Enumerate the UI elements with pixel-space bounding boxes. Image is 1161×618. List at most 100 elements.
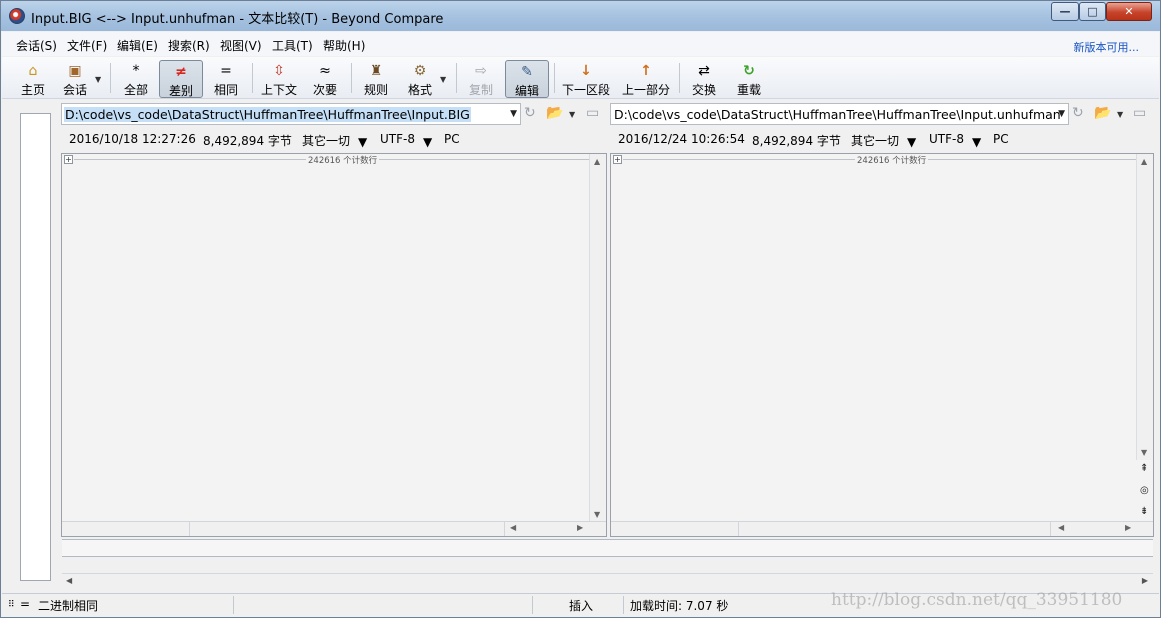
right-horizontal-scrollbar[interactable]: ◀ ▶: [611, 521, 1153, 536]
left-text-pane[interactable]: + 242616 个计数行 ▲ ▼ ◀ ▶: [61, 153, 607, 537]
right-text-pane[interactable]: + 242616 个计数行 ▲ ▼ ◀ ▶: [610, 153, 1154, 537]
toolbar: ⌂ 主页 ▣ 会话 ▼ * 全部 ≠ 差别 = 相同 ⇳ 上下文 ≈ 次要 ♜ …: [2, 57, 1159, 99]
left-path-field[interactable]: D:\code\vs_code\DataStruct\HuffmanTree\H…: [61, 103, 521, 125]
left-encoding[interactable]: UTF-8: [380, 132, 415, 146]
left-folder-icon[interactable]: 📂: [546, 105, 563, 121]
format-dropdown-icon[interactable]: ▼: [440, 75, 446, 84]
menu-file[interactable]: 文件(F): [67, 37, 107, 54]
scroll-left-icon[interactable]: ◀: [66, 576, 72, 585]
left-save-icon[interactable]: ▭: [586, 105, 599, 121]
arrow-up-icon: ↑: [640, 63, 652, 79]
left-filter-dropdown-icon[interactable]: ▼: [358, 135, 367, 149]
current-line-icon[interactable]: ◎: [1140, 485, 1149, 496]
rules-button[interactable]: ♜ 规则: [358, 60, 394, 98]
scroll-up-icon[interactable]: ▲: [1141, 157, 1147, 166]
right-line-count: 242616 个计数行: [855, 154, 929, 166]
scroll-down-icon[interactable]: ▼: [1141, 448, 1147, 457]
prev-diff-icon[interactable]: ⇞: [1140, 463, 1148, 474]
show-all-button[interactable]: * 全部: [118, 60, 154, 98]
compare-result-icon: =: [20, 597, 31, 611]
briefcase-icon: ▣: [68, 63, 82, 79]
left-folder-dropdown-icon[interactable]: ▼: [569, 110, 575, 119]
maximize-button[interactable]: □: [1079, 2, 1106, 21]
menu-search[interactable]: 搜索(R): [168, 37, 210, 54]
right-filter[interactable]: 其它一切: [851, 132, 899, 149]
right-encoding-dropdown-icon[interactable]: ▼: [972, 135, 981, 149]
scroll-left-icon[interactable]: ◀: [1058, 523, 1064, 532]
context-button[interactable]: ⇳ 上下文: [258, 60, 300, 98]
equal-icon: =: [220, 63, 232, 79]
menu-edit[interactable]: 编辑(E): [117, 37, 158, 54]
left-path-dropdown-icon[interactable]: ▼: [510, 109, 517, 119]
scroll-left-icon[interactable]: ◀: [510, 523, 516, 532]
right-path-text[interactable]: D:\code\vs_code\DataStruct\HuffmanTree\H…: [613, 107, 1062, 122]
edit-button[interactable]: ✎ 编辑: [505, 60, 549, 98]
reload-button[interactable]: ↻ 重载: [731, 60, 767, 98]
scroll-right-icon[interactable]: ▶: [1125, 523, 1131, 532]
right-path-field[interactable]: D:\code\vs_code\DataStruct\HuffmanTree\H…: [610, 103, 1069, 125]
left-horizontal-scrollbar[interactable]: ◀ ▶: [62, 521, 606, 536]
menu-help[interactable]: 帮助(H): [323, 37, 365, 54]
minor-button[interactable]: ≈ 次要: [307, 60, 343, 98]
swap-button[interactable]: ⇄ 交换: [686, 60, 722, 98]
context-icon: ⇳: [273, 63, 285, 79]
expand-icon[interactable]: +: [613, 155, 622, 164]
left-filter[interactable]: 其它一切: [302, 132, 350, 149]
right-vertical-scrollbar[interactable]: ▲ ▼: [1136, 154, 1153, 460]
session-button[interactable]: ▣ 会话: [58, 60, 92, 98]
show-same-button[interactable]: = 相同: [208, 60, 244, 98]
scroll-right-icon[interactable]: ▶: [1142, 576, 1148, 585]
left-path-text[interactable]: D:\code\vs_code\DataStruct\HuffmanTree\H…: [64, 107, 471, 122]
toolbar-separator: [110, 63, 111, 93]
window-title: Input.BIG <--> Input.unhufman - 文本比较(T) …: [31, 12, 444, 27]
left-line-end[interactable]: PC: [444, 132, 460, 146]
thumbnail-gutter[interactable]: [20, 113, 51, 581]
scroll-right-icon[interactable]: ▶: [577, 523, 583, 532]
current-line-compare[interactable]: [62, 539, 1153, 557]
home-button[interactable]: ⌂ 主页: [16, 60, 50, 98]
approx-icon: ≈: [319, 63, 331, 79]
right-save-icon[interactable]: ▭: [1133, 105, 1146, 121]
right-history-icon[interactable]: ↻: [1072, 105, 1084, 121]
minimize-button[interactable]: —: [1051, 2, 1079, 21]
prev-section-button[interactable]: ↑ 上一部分: [620, 60, 672, 98]
left-vertical-scrollbar[interactable]: ▲ ▼: [589, 154, 606, 522]
next-diff-icon[interactable]: ⇟: [1140, 506, 1148, 517]
right-folder-dropdown-icon[interactable]: ▼: [1117, 110, 1123, 119]
right-encoding[interactable]: UTF-8: [929, 132, 964, 146]
status-divider: [233, 596, 234, 614]
close-button[interactable]: ✕: [1106, 2, 1152, 21]
home-icon: ⌂: [28, 63, 38, 79]
asterisk-icon: *: [132, 63, 140, 79]
right-folder-icon[interactable]: 📂: [1094, 105, 1111, 121]
left-encoding-dropdown-icon[interactable]: ▼: [423, 135, 432, 149]
toolbar-separator: [456, 63, 457, 93]
left-line-count: 242616 个计数行: [306, 154, 380, 166]
format-button[interactable]: ⚙ 格式: [402, 60, 438, 98]
session-dropdown-icon[interactable]: ▼: [95, 75, 101, 84]
bottom-horizontal-scrollbar[interactable]: ◀ ▶: [62, 573, 1153, 590]
load-time: 加载时间: 7.07 秒: [630, 599, 729, 613]
menu-session[interactable]: 会话(S): [16, 37, 57, 54]
new-version-link[interactable]: 新版本可用...: [1074, 39, 1140, 55]
expand-icon[interactable]: +: [64, 155, 73, 164]
not-equal-icon: ≠: [175, 64, 187, 80]
status-divider: [623, 596, 624, 614]
scroll-up-icon[interactable]: ▲: [594, 157, 600, 166]
scroll-down-icon[interactable]: ▼: [594, 510, 600, 519]
copy-arrow-icon: ⇨: [475, 63, 487, 79]
right-filter-dropdown-icon[interactable]: ▼: [907, 135, 916, 149]
show-diff-button[interactable]: ≠ 差别: [159, 60, 203, 98]
right-path-dropdown-icon[interactable]: ▼: [1058, 109, 1065, 119]
copy-button[interactable]: ⇨ 复制: [464, 60, 498, 98]
next-section-button[interactable]: ↓ 下一区段: [560, 60, 612, 98]
menu-tools[interactable]: 工具(T): [272, 37, 313, 54]
format-icon: ⚙: [413, 63, 427, 79]
left-date: 2016/10/18 12:27:26: [69, 132, 196, 146]
arrow-down-icon: ↓: [580, 63, 592, 79]
menu-view[interactable]: 视图(V): [220, 37, 262, 54]
left-history-icon[interactable]: ↻: [524, 105, 536, 121]
right-line-end[interactable]: PC: [993, 132, 1009, 146]
toolbar-separator: [679, 63, 680, 93]
menu-bar: 会话(S) 文件(F) 编辑(E) 搜索(R) 视图(V) 工具(T) 帮助(H…: [2, 32, 1159, 56]
